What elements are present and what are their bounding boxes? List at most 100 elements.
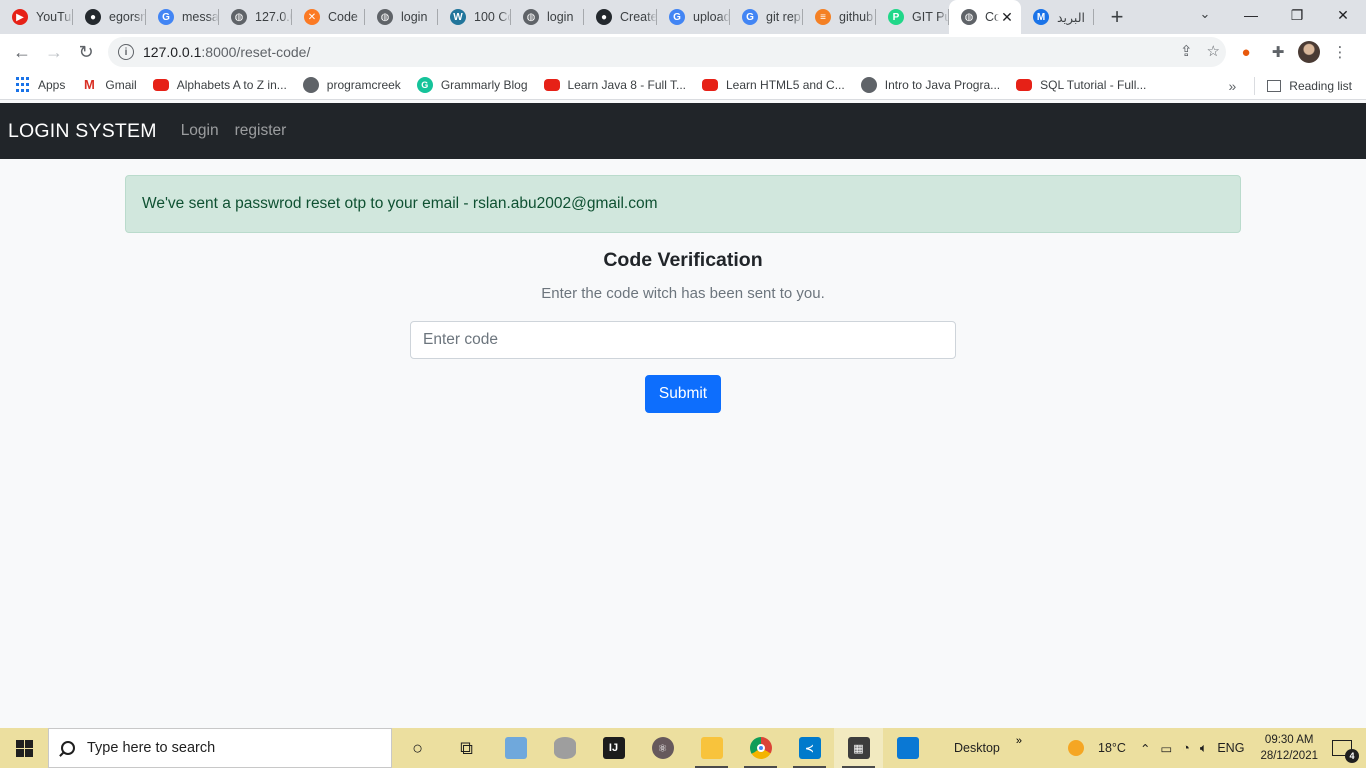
profile-avatar[interactable] — [1298, 41, 1320, 63]
reload-button[interactable]: ↻ — [70, 36, 102, 68]
globe-icon — [860, 76, 877, 93]
browser-tab[interactable]: W 100 Co — [438, 0, 511, 34]
url-host: 127.0.0.1 — [143, 44, 202, 60]
browser-tab[interactable]: Gmessage — [146, 0, 219, 34]
bookmark-item[interactable]: Intro to Java Progra... — [860, 76, 1000, 93]
browser-tab[interactable]: Ggit rep — [730, 0, 803, 34]
tab-title: Code — [985, 10, 999, 24]
laptop-app-icon[interactable] — [491, 728, 540, 768]
bookmark-item[interactable]: Alphabets A to Z in... — [152, 77, 287, 92]
browser-tab[interactable]: ✕ Code — [292, 0, 365, 34]
youtube-icon: ▶ — [12, 9, 28, 25]
tab-search-icon[interactable]: ⌄ — [1193, 4, 1217, 24]
database-app-icon[interactable] — [540, 728, 589, 768]
desktop-toolbar-chevron[interactable]: » — [1016, 735, 1022, 747]
tab-title: YouTube — [36, 10, 73, 24]
chrome-icon[interactable] — [736, 728, 785, 768]
code-input[interactable] — [410, 321, 956, 359]
window-controls: — ❐ ✕ — [1228, 0, 1366, 30]
browser-tab[interactable]: ▶ YouTube — [0, 0, 73, 34]
nav-register-link[interactable]: register — [235, 122, 287, 140]
vscode-icon[interactable]: ≺ — [785, 728, 834, 768]
atom-icon[interactable]: ⚛ — [638, 728, 687, 768]
brand-logo[interactable]: LOGIN SYSTEM — [8, 120, 157, 143]
desktop-toolbar-label[interactable]: Desktop — [954, 741, 1000, 755]
bookmarks-right: » Reading list — [1229, 77, 1352, 95]
bookmark-label: Alphabets A to Z in... — [176, 77, 287, 92]
restore-button[interactable]: ❐ — [1274, 0, 1320, 30]
globe-icon: ◍ — [523, 9, 539, 25]
browser-tab[interactable]: ◍ 127.0.0.1 — [219, 0, 292, 34]
bookmark-item[interactable]: Apps — [14, 77, 65, 93]
extension-fire-icon[interactable]: ● — [1234, 36, 1258, 68]
close-tab-icon[interactable]: ✕ — [999, 9, 1015, 26]
file-explorer-icon[interactable] — [687, 728, 736, 768]
bookmark-item[interactable]: Learn HTML5 and C... — [702, 78, 845, 92]
bookmark-item[interactable]: SQL Tutorial - Full... — [1016, 78, 1146, 92]
bookmark-label: Grammarly Blog — [440, 77, 528, 92]
tab-title: git rep — [766, 10, 801, 24]
browser-tab[interactable]: ◍ login — [511, 0, 584, 34]
bookmark-label: Apps — [38, 77, 66, 92]
browser-tab[interactable]: P GIT Pu — [876, 0, 949, 34]
tray-overflow-icon[interactable]: ⌃ — [1140, 741, 1150, 756]
bookmark-item[interactable]: programcreek — [302, 76, 401, 93]
language-indicator[interactable]: ENG — [1217, 741, 1244, 755]
back-button[interactable]: ← — [6, 36, 38, 68]
browser-tab[interactable]: ◍ login — [365, 0, 438, 34]
bookmarks-overflow-icon[interactable]: » — [1229, 78, 1237, 94]
url-text[interactable]: 127.0.0.1:8000/reset-code/ — [143, 44, 310, 60]
youtube-icon — [702, 78, 718, 91]
youtube-icon — [543, 78, 560, 91]
address-bar[interactable]: i 127.0.0.1:8000/reset-code/ ⇪ ☆ — [108, 37, 1226, 67]
share-icon[interactable]: ⇪ — [1180, 42, 1193, 60]
browser-tab[interactable]: Gupload — [657, 0, 730, 34]
start-button[interactable] — [0, 728, 48, 768]
browser-tab[interactable]: ≡ github — [803, 0, 876, 34]
bookmark-item[interactable]: M Gmail — [81, 77, 137, 93]
wifi-icon[interactable]: ◔ — [1182, 741, 1190, 755]
onedrive-app-icon[interactable] — [883, 728, 932, 768]
bookmark-star-icon[interactable]: ☆ — [1207, 42, 1220, 60]
forward-button[interactable]: → — [38, 36, 70, 68]
window-close-button[interactable]: ✕ — [1320, 0, 1366, 30]
browser-tab-active[interactable]: ◍ Code✕ — [949, 0, 1021, 34]
browser-menu-icon[interactable]: ⋮ — [1328, 36, 1352, 68]
bookmark-label: Learn Java 8 - Full T... — [567, 77, 687, 92]
site-info-icon[interactable]: i — [118, 44, 134, 60]
tab-title: 127.0.0.1 — [255, 10, 292, 24]
tab-title: upload — [693, 10, 730, 24]
success-alert: We've sent a passwrod reset otp to your … — [125, 175, 1241, 233]
minimize-button[interactable]: — — [1228, 0, 1274, 30]
browser-tab[interactable]: M البريد — [1021, 0, 1094, 34]
extensions-puzzle-icon[interactable]: ✚ — [1266, 36, 1290, 68]
submit-button[interactable]: Submit — [645, 375, 721, 413]
divider — [1254, 77, 1256, 95]
taskbar-search[interactable]: Type here to search — [48, 728, 392, 768]
temperature-text[interactable]: 18°C — [1098, 741, 1126, 755]
bookmark-label: programcreek — [326, 77, 401, 92]
clock[interactable]: 09:30 AM 28/12/2021 — [1260, 732, 1318, 764]
tab-title: البريد — [1057, 10, 1085, 25]
wordpress-icon: W — [450, 9, 466, 25]
search-icon — [61, 741, 75, 755]
tab-title: Create — [620, 10, 657, 24]
weather-icon[interactable] — [1068, 740, 1085, 756]
new-tab-button[interactable]: + — [1102, 0, 1132, 34]
bookmark-item[interactable]: G Grammarly Blog — [416, 76, 528, 93]
cortana-icon[interactable]: ○ — [393, 728, 442, 768]
youtube-icon — [1016, 78, 1033, 91]
notification-center-icon[interactable]: 4 — [1332, 740, 1359, 763]
browser-tab[interactable]: ● egorsmkv — [73, 0, 146, 34]
movie-maker-icon[interactable]: ▦ — [834, 728, 883, 768]
battery-icon[interactable]: ▭ — [1160, 741, 1172, 756]
reading-list-button[interactable]: Reading list — [1289, 79, 1352, 93]
tab-title: Code — [328, 10, 358, 24]
task-view-icon[interactable]: ⧉ — [442, 728, 491, 768]
intellij-icon[interactable]: IJ — [589, 728, 638, 768]
browser-tab[interactable]: ● Create — [584, 0, 657, 34]
volume-icon[interactable]: 🔈︎ — [1200, 741, 1208, 756]
nav-login-link[interactable]: Login — [181, 122, 219, 140]
bookmark-item[interactable]: Learn Java 8 - Full T... — [543, 77, 687, 92]
globe-icon: ◍ — [961, 9, 977, 25]
